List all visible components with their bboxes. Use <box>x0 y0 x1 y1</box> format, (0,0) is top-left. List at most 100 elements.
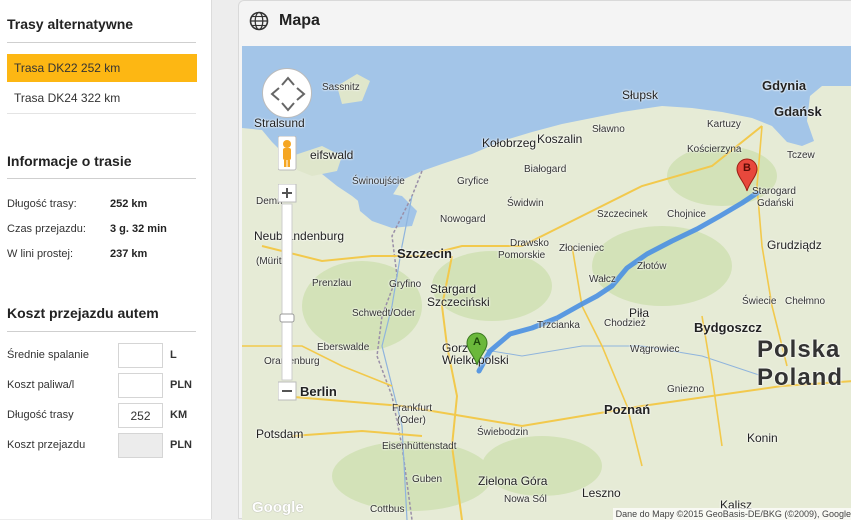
map-label: Wągrowiec <box>630 344 680 355</box>
map-label: Nowa Sól <box>504 494 547 505</box>
map-label: Eberswalde <box>317 342 370 353</box>
map-label: Kartuzy <box>707 119 741 130</box>
globe-icon <box>249 11 269 31</box>
cost-label: Średnie spalanie <box>7 349 89 361</box>
map-label: Tczew <box>787 150 815 161</box>
map-panel: Mapa Gdynia Gdańsk Słupsk Koszalin Kołob… <box>238 0 851 520</box>
map-label: Berlin <box>300 384 337 399</box>
route-end-marker[interactable]: B <box>736 158 758 192</box>
car-cost-title: Koszt przejazdu autem <box>7 305 159 321</box>
map-label: Guben <box>412 474 443 485</box>
zoom-slider[interactable] <box>278 184 298 404</box>
map-label: Poznań <box>604 402 651 417</box>
map-label: Kościerzyna <box>687 144 742 155</box>
map-label: Gdynia <box>762 78 807 93</box>
map-label: Chełmno <box>785 296 826 307</box>
map-label: Konin <box>747 431 778 445</box>
info-row-straight: W lini prostej: 237 km <box>7 246 197 262</box>
map-label: Trzcianka <box>537 320 580 331</box>
route-start-marker[interactable]: A <box>466 332 488 366</box>
map-label: Pomorskie <box>498 250 546 261</box>
map-label: Gdański <box>757 198 794 209</box>
cost-row-consumption: Średnie spalanie L <box>7 343 202 369</box>
map-label: Schwedt/Oder <box>352 308 416 319</box>
info-row-time: Czas przejazdu: 3 g. 32 min <box>7 221 197 237</box>
map-title: Mapa <box>279 12 320 29</box>
map-label: Eisenhüttenstadt <box>382 441 457 452</box>
divider <box>7 331 196 332</box>
map-label: Neubrandenburg <box>254 229 345 243</box>
map-label: Cottbus <box>370 504 405 515</box>
map-label: Kołobrzeg <box>482 136 537 150</box>
map-label: Leszno <box>582 486 621 500</box>
pan-arrows-icon <box>270 76 306 112</box>
country-label: Polska <box>757 336 841 363</box>
cost-label: Długość trasy <box>7 409 74 421</box>
map-label: Szczecin <box>397 246 452 261</box>
map-label: Złocieniec <box>559 243 605 254</box>
info-value: 3 g. 32 min <box>110 223 167 235</box>
cost-unit: L <box>170 349 177 361</box>
map-label: Chodzież <box>604 318 646 329</box>
route-dk24-item[interactable]: Trasa DK24 322 km <box>7 84 197 112</box>
info-label: Długość trasy: <box>7 198 77 210</box>
map-label: Sławno <box>592 124 625 135</box>
map-label: Świebodzin <box>477 427 529 438</box>
info-label: W lini prostej: <box>7 248 74 260</box>
map-label: Prenzlau <box>312 278 352 289</box>
cost-unit: KM <box>170 409 188 421</box>
map-label: Świecie <box>742 296 777 307</box>
cost-row-distance: Długość trasy KM <box>7 403 202 429</box>
cost-row-total: Koszt przejazdu PLN <box>7 433 202 459</box>
avg-consumption-input[interactable] <box>118 343 163 368</box>
map-label: Wałcz <box>589 274 616 285</box>
map-label: Koszalin <box>537 132 583 146</box>
map-label: Potsdam <box>256 427 304 441</box>
cost-unit: PLN <box>170 439 192 451</box>
info-value: 237 km <box>110 248 148 260</box>
map-attribution[interactable]: Dane do Mapy ©2015 GeoBasis-DE/BKG (©200… <box>612 508 851 520</box>
cost-unit: PLN <box>170 379 192 391</box>
map-label: Świnoujście <box>352 176 405 187</box>
marker-label: A <box>473 336 481 348</box>
map-label: Szczecinek <box>597 209 648 220</box>
map-label: Starogard <box>752 186 796 197</box>
trip-cost-output <box>118 433 163 458</box>
info-row-length: Długość trasy: 252 km <box>7 196 197 212</box>
sidebar: Trasy alternatywne Trasa DK22 252 km Tra… <box>0 0 212 519</box>
info-label: Czas przejazdu: <box>7 223 86 235</box>
route-info-title: Informacje o trasie <box>7 153 132 169</box>
info-value: 252 km <box>110 198 148 210</box>
map-label: Szczeciński <box>427 295 490 309</box>
map-label: Gryfice <box>457 176 489 187</box>
route-dk22-item[interactable]: Trasa DK22 252 km <box>7 54 197 82</box>
routes-title: Trasy alternatywne <box>7 16 134 32</box>
country-label: Poland <box>757 364 844 391</box>
map-label: Gdańsk <box>774 104 822 119</box>
map-label: Złotów <box>637 261 667 272</box>
fuel-price-input[interactable] <box>118 373 163 398</box>
map-canvas[interactable]: Gdynia Gdańsk Słupsk Koszalin Kołobrzeg … <box>242 46 851 520</box>
map-label: Nowogard <box>440 214 486 225</box>
map-label: Drawsko <box>510 238 549 249</box>
marker-label: B <box>743 162 751 174</box>
pan-control[interactable] <box>262 68 312 118</box>
divider <box>7 178 196 179</box>
map-label: Frankfurt <box>392 403 433 414</box>
map-label: Grudziądz <box>767 238 822 252</box>
map-label: Bydgoszcz <box>694 320 762 335</box>
google-logo: Google <box>252 499 304 516</box>
divider <box>7 113 196 114</box>
cost-label: Koszt paliwa/l <box>7 379 75 391</box>
pegman-icon[interactable] <box>278 136 298 172</box>
map-label: Sassnitz <box>322 82 360 93</box>
map-label: eifswald <box>310 148 354 162</box>
map-label: Świdwin <box>507 198 544 209</box>
map-label: Gniezno <box>667 384 705 395</box>
cost-label: Koszt przejazdu <box>7 439 86 451</box>
divider <box>7 42 196 43</box>
route-length-input[interactable] <box>118 403 163 428</box>
map-label: Białogard <box>524 164 567 175</box>
map-label: Słupsk <box>622 88 659 102</box>
map-label: Chojnice <box>667 209 706 220</box>
